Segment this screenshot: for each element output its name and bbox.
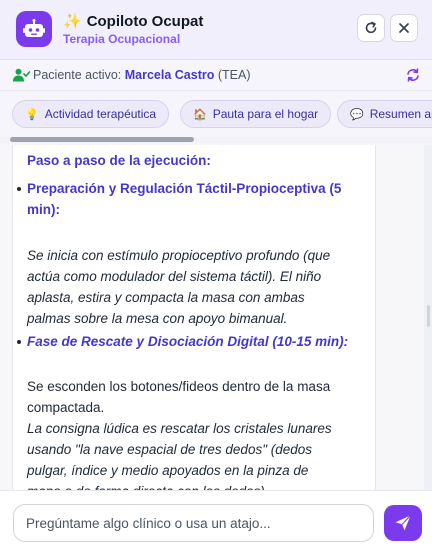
speech-bubble-icon: 💬 [350, 108, 364, 121]
step1-body-line: aplasta, estira y compacta la masa con a… [27, 290, 305, 305]
patient-label: Paciente activo: [33, 68, 122, 82]
chip-label: Resumen ap [369, 107, 432, 121]
step2-italic-line: usando "la nave espacial de tres dedos" … [27, 442, 313, 457]
user-check-icon [13, 68, 30, 82]
active-patient-bar: Paciente activo: Marcela Castro (TEA) [0, 60, 432, 91]
chip-label: Actividad terapéutica [44, 107, 157, 121]
step1-body-line: Se inicia con estímulo propioceptivo pro… [27, 248, 331, 263]
chat-scrollbar-thumb[interactable] [427, 305, 430, 327]
chips-scrollbar-thumb[interactable] [10, 137, 194, 142]
chip-resumen[interactable]: 💬 Resumen ap [337, 100, 432, 128]
send-icon [395, 515, 411, 531]
refresh-icon [365, 21, 377, 34]
step2-title: Fase de Rescate y Disociación Digital (1… [27, 334, 349, 349]
step1-title-line: min): [27, 202, 60, 217]
chat-input[interactable] [13, 504, 374, 542]
bullet [17, 340, 21, 344]
patient-condition: (TEA) [217, 68, 251, 82]
chip-actividad-terapeutica[interactable]: 💡 Actividad terapéutica [12, 100, 170, 128]
step1-body-line: actúa como modulador del sistema táctil)… [27, 269, 322, 284]
step1-body-line: palmas sobre la mesa con apoyo bimanual. [27, 311, 288, 326]
robot-icon [16, 11, 52, 47]
step2-italic-line: La consigna lúdica es rescatar los crist… [27, 421, 332, 436]
close-button[interactable] [390, 14, 418, 42]
step2-italic-line: mano o de forma directa con los dedos). [27, 481, 269, 490]
step2-body-line: Se esconden los botones/fideos dentro de… [27, 379, 331, 394]
composer [0, 490, 432, 546]
step2-italic-line: pulgar, índice y medio apoyados en la pi… [27, 463, 309, 478]
message-heading: Paso a paso de la ejecución: [27, 153, 211, 168]
lightbulb-icon: 💡 [25, 108, 39, 121]
app-title: Copiloto Ocupat [86, 13, 204, 30]
app-subtitle: Terapia Ocupacional [63, 32, 181, 46]
send-button[interactable] [384, 505, 422, 541]
active-patient-text: Paciente activo: Marcela Castro (TEA) [33, 68, 250, 82]
step2-body-line: compactada. [27, 400, 105, 415]
chips-scrollbar[interactable] [0, 137, 432, 143]
refresh-button[interactable] [357, 14, 385, 42]
sync-icon[interactable] [406, 68, 420, 82]
bullet [17, 187, 21, 191]
title-row: ✨ Copiloto Ocupat [63, 13, 203, 30]
chip-pauta-hogar[interactable]: 🏠 Pauta para el hogar [180, 100, 332, 128]
chat-header: ✨ Copiloto Ocupat Terapia Ocupacional [0, 0, 432, 60]
step1-title-line: Preparación y Regulación Táctil-Propioce… [27, 181, 342, 196]
sparkle-icon: ✨ [63, 13, 82, 30]
chip-label: Pauta para el hogar [212, 107, 319, 121]
close-icon [399, 23, 409, 33]
patient-name: Marcela Castro [124, 68, 215, 82]
assistant-message: Paso a paso de la ejecución: Preparación… [12, 145, 376, 490]
shortcut-chips: 💡 Actividad terapéutica 🏠 Pauta para el … [0, 91, 432, 145]
house-icon: 🏠 [193, 108, 207, 121]
chat-area: Paso a paso de la ejecución: Preparación… [0, 145, 432, 490]
